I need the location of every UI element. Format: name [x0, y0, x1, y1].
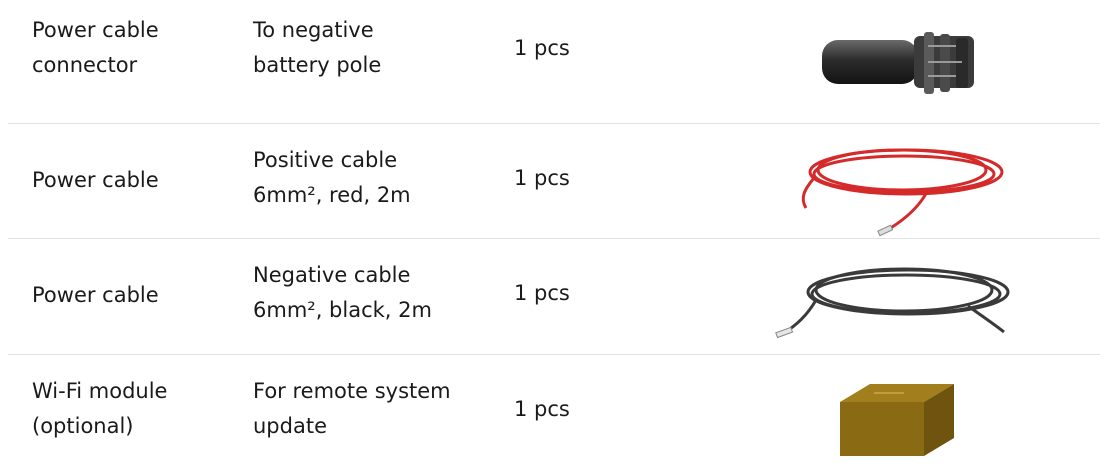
item-name: Power cable — [32, 168, 159, 192]
item-description: For remote system update — [253, 379, 451, 438]
power-cable-connector-image — [822, 32, 974, 94]
item-quantity: 1 pcs — [514, 36, 570, 60]
wifi-module-image — [840, 384, 954, 456]
item-quantity: 1 pcs — [514, 397, 570, 421]
item-description: Negative cable 6mm², black, 2m — [253, 263, 432, 322]
accessory-table: Power cable connector To negative batter… — [0, 0, 1107, 470]
red-cable-coil-image — [801, 148, 1004, 237]
black-cable-coil-image — [775, 267, 1010, 339]
item-name: Power cable connector — [32, 18, 159, 77]
table-row: Wi-Fi module (optional) For remote syste… — [8, 354, 1100, 470]
table-row: Power cable Negative cable 6mm², black, … — [8, 238, 1100, 354]
item-name: Power cable — [32, 283, 159, 307]
item-quantity: 1 pcs — [514, 166, 570, 190]
table-row: Power cable Positive cable 6mm², red, 2m… — [8, 123, 1100, 238]
item-quantity: 1 pcs — [514, 281, 570, 305]
item-description: Positive cable 6mm², red, 2m — [253, 148, 411, 207]
item-description: To negative battery pole — [253, 18, 382, 77]
table-row: Power cable connector To negative batter… — [8, 0, 1100, 123]
item-name: Wi-Fi module (optional) — [32, 379, 168, 438]
